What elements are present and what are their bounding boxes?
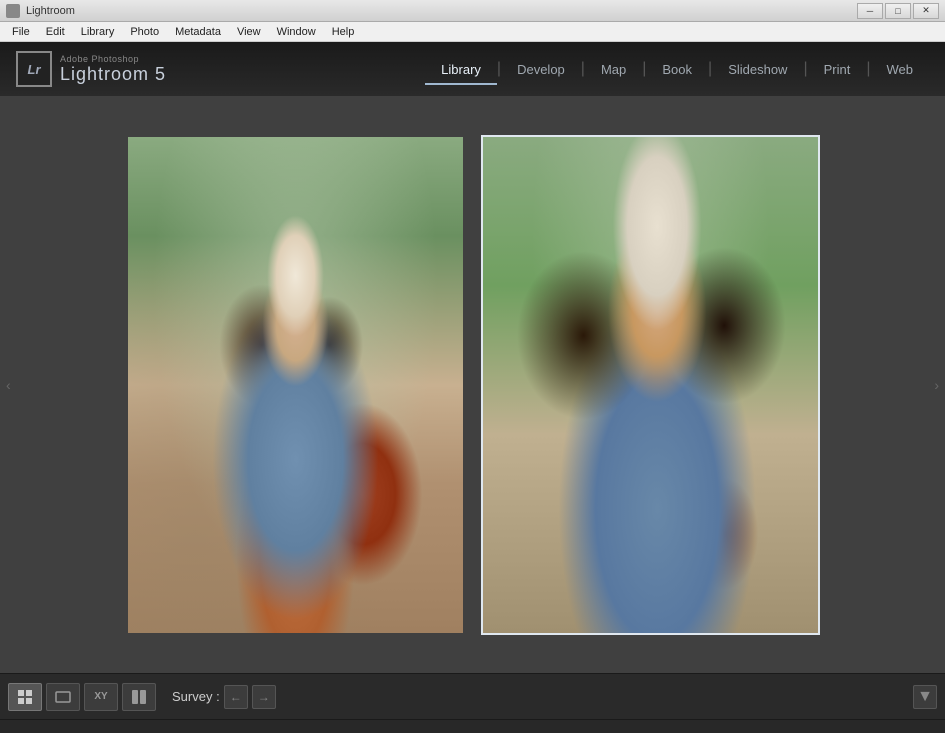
tab-develop[interactable]: Develop — [501, 56, 581, 83]
brand-text: Adobe Photoshop Lightroom 5 — [60, 54, 166, 85]
survey-label: Survey : — [172, 689, 220, 704]
bottom-toolbar: XY Survey : ← → ▼ — [0, 673, 945, 719]
scrollbar-area[interactable] — [0, 719, 945, 733]
menu-library[interactable]: Library — [73, 24, 123, 40]
person-overlay-right — [483, 137, 818, 633]
compare-label: XY — [94, 691, 107, 702]
titlebar-left: Lightroom — [6, 4, 75, 18]
filmstrip-toggle[interactable]: ▼ — [913, 685, 937, 709]
tab-print[interactable]: Print — [808, 56, 867, 83]
tab-web[interactable]: Web — [871, 56, 930, 83]
nav-tabs: Library | Develop | Map | Book | Slidesh… — [425, 56, 929, 83]
prev-photo-button[interactable]: ← — [224, 685, 248, 709]
grid-icon — [17, 689, 33, 705]
main-content: ‹ › — [0, 96, 945, 673]
menu-bar: File Edit Library Photo Metadata View Wi… — [0, 22, 945, 42]
adobe-label: Adobe Photoshop — [60, 54, 166, 64]
menu-edit[interactable]: Edit — [38, 24, 73, 40]
tab-book[interactable]: Book — [646, 56, 708, 83]
photo-left-image — [128, 137, 463, 633]
photo-right[interactable] — [483, 137, 818, 633]
tab-slideshow[interactable]: Slideshow — [712, 56, 803, 83]
grid-view-button[interactable] — [8, 683, 42, 711]
app-name: Lightroom 5 — [60, 64, 166, 85]
menu-file[interactable]: File — [4, 24, 38, 40]
close-button[interactable]: ✕ — [913, 3, 939, 19]
right-panel-toggle[interactable]: › — [930, 357, 943, 413]
photo-left[interactable] — [128, 137, 463, 633]
menu-metadata[interactable]: Metadata — [167, 24, 229, 40]
menu-help[interactable]: Help — [324, 24, 363, 40]
top-nav: Lr Adobe Photoshop Lightroom 5 Library |… — [0, 42, 945, 96]
next-photo-button[interactable]: → — [252, 685, 276, 709]
maximize-button[interactable]: □ — [885, 3, 911, 19]
menu-photo[interactable]: Photo — [122, 24, 167, 40]
photo-right-image — [483, 137, 818, 633]
left-panel-toggle[interactable]: ‹ — [2, 357, 15, 413]
brand: Lr Adobe Photoshop Lightroom 5 — [16, 51, 166, 87]
loupe-icon — [55, 689, 71, 705]
survey-icon — [131, 689, 147, 705]
loupe-view-button[interactable] — [46, 683, 80, 711]
survey-view-button[interactable] — [122, 683, 156, 711]
app-icon — [6, 4, 20, 18]
window-controls[interactable]: ─ □ ✕ — [857, 3, 939, 19]
compare-view-button[interactable]: XY — [84, 683, 118, 711]
title-bar: Lightroom ─ □ ✕ — [0, 0, 945, 22]
minimize-button[interactable]: ─ — [857, 3, 883, 19]
lr-logo: Lr — [16, 51, 52, 87]
menu-window[interactable]: Window — [269, 24, 324, 40]
menu-view[interactable]: View — [229, 24, 269, 40]
person-overlay-left — [128, 137, 463, 633]
tab-library[interactable]: Library — [425, 56, 497, 83]
window-title: Lightroom — [26, 5, 75, 17]
tab-map[interactable]: Map — [585, 56, 642, 83]
